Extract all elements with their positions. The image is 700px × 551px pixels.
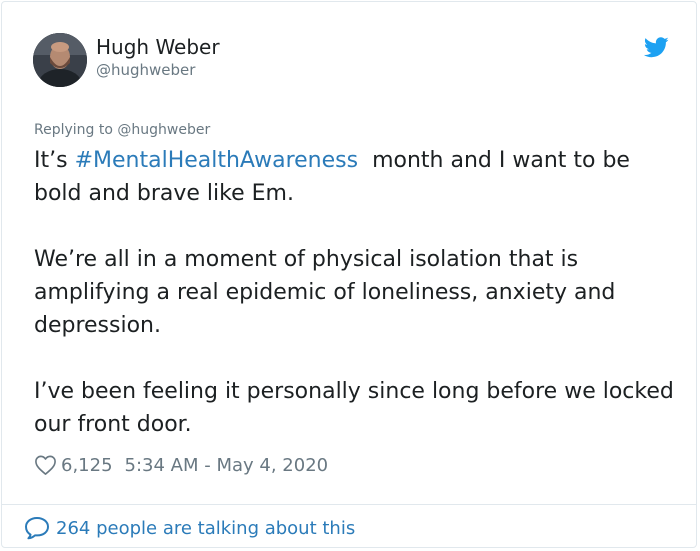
- footer-divider: [2, 504, 696, 505]
- avatar-image: [33, 33, 87, 87]
- tweet-paragraph-2: We’re all in a moment of physical isolat…: [34, 247, 616, 338]
- replying-to[interactable]: Replying to @hughweber: [34, 121, 210, 139]
- heart-icon[interactable]: [34, 454, 57, 476]
- author-name[interactable]: Hugh Weber: [96, 35, 220, 59]
- author-avatar[interactable]: [33, 33, 87, 87]
- twitter-bird-icon[interactable]: [644, 37, 669, 58]
- tweet-text: It’s #MentalHealthAwareness month and I …: [34, 144, 684, 441]
- speech-bubble-icon: [25, 517, 49, 540]
- like-count[interactable]: 6,125: [61, 455, 113, 476]
- conversation-text[interactable]: 264 people are talking about this: [56, 518, 355, 539]
- tweet-card: Hugh Weber @hughweber Replying to @hughw…: [1, 1, 697, 548]
- tweet-paragraph-1: It’s #MentalHealthAwareness month and I …: [34, 144, 684, 210]
- hashtag-link[interactable]: #MentalHealthAwareness: [75, 148, 359, 173]
- tweet-timestamp[interactable]: 5:34 AM - May 4, 2020: [125, 455, 329, 476]
- tweet-text-lead: It’s: [34, 148, 68, 173]
- conversation-link[interactable]: 264 people are talking about this: [24, 514, 355, 542]
- author-handle[interactable]: @hughweber: [96, 60, 195, 80]
- tweet-meta: 6,125 5:34 AM - May 4, 2020: [34, 452, 328, 478]
- tweet-paragraph-3: I’ve been feeling it personally since lo…: [34, 379, 674, 437]
